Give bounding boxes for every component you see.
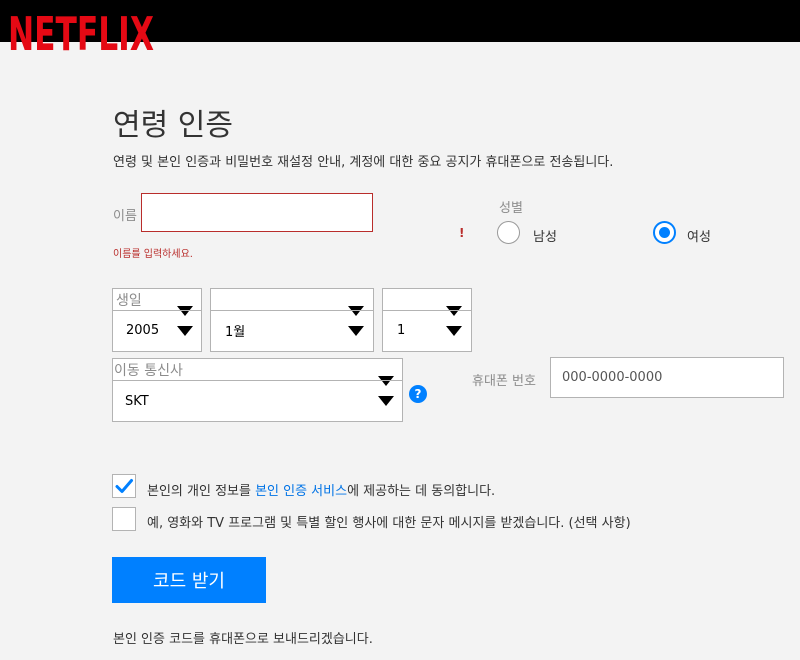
page-title: 연령 인증 [113,108,233,143]
birth-year-value: 2005 [126,323,160,338]
phone-label: 휴대폰 번호 [472,374,536,389]
consent-text-after: 에 제공하는 데 동의합니다. [347,484,496,499]
help-icon[interactable]: ? [409,385,427,403]
chevron-down-icon [177,326,193,336]
name-input[interactable] [141,193,373,232]
select-divider [383,310,471,311]
gender-female-label[interactable]: 여성 [687,226,711,245]
birth-day-select[interactable]: 1 [382,288,472,352]
birth-year-select[interactable]: 생일 2005 [112,288,202,352]
name-error-message: 이름를 입력하세요. [113,249,193,260]
consent-text-before: 본인의 개인 정보를 [147,484,256,499]
footer-note: 본인 인증 코드를 휴대폰으로 보내드리겠습니다. [113,632,373,647]
gender-male-radio[interactable] [497,221,520,244]
gender-male-label[interactable]: 남성 [533,226,557,245]
select-divider [113,380,402,381]
gender-label: 성별 [499,201,523,216]
consent-label: 본인의 개인 정보를 본인 인증 서비스에 제공하는 데 동의합니다. [147,480,495,499]
verification-service-link[interactable]: 본인 인증 서비스 [255,484,347,499]
select-divider [113,310,201,311]
birth-label: 생일 [116,293,142,309]
chevron-down-icon [378,376,394,386]
consent-checkbox[interactable] [112,474,136,498]
marketing-checkbox[interactable] [112,507,136,531]
error-icon: ! [459,226,465,240]
netflix-logo[interactable]: NETFLIX [8,8,154,60]
chevron-down-icon [446,326,462,336]
carrier-select[interactable]: 이동 통신사 SKT [112,358,403,422]
chevron-down-icon [378,396,394,406]
chevron-down-icon [348,306,364,316]
top-bar: NETFLIX [0,0,800,60]
page-subtitle: 연령 및 본인 인증과 비밀번호 재설정 안내, 계정에 대한 중요 공지가 휴… [113,155,614,170]
name-label: 이름 [113,209,137,224]
chevron-down-icon [177,306,193,316]
carrier-label: 이동 통신사 [114,363,183,379]
chevron-down-icon [348,326,364,336]
birth-month-value: 1월 [225,325,246,340]
marketing-label: 예, 영화와 TV 프로그램 및 특별 할인 행사에 대한 문자 메시지를 받겠… [147,516,631,531]
phone-number-input[interactable] [550,357,784,398]
carrier-value: SKT [125,394,149,409]
birth-month-select[interactable]: 1월 [210,288,374,352]
get-code-button[interactable]: 코드 받기 [112,557,266,603]
gender-female-radio[interactable] [653,221,676,244]
birth-day-value: 1 [397,323,406,338]
checkmark-icon [115,479,133,493]
select-divider [211,310,373,311]
chevron-down-icon [446,306,462,316]
